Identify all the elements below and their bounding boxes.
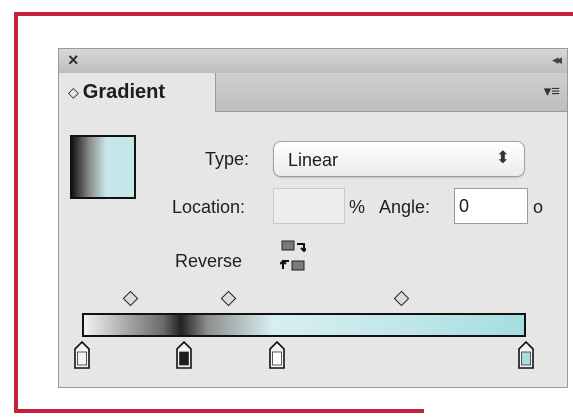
panel-tabstrip: ◇ Gradient ▾≡ bbox=[59, 73, 567, 112]
collapse-icon[interactable]: ◂◂ bbox=[552, 52, 562, 68]
callout-frame-top bbox=[14, 12, 573, 16]
callout-frame-bottom bbox=[14, 409, 424, 413]
gradient-midpoint[interactable] bbox=[220, 290, 237, 307]
tab-chevron-icon: ◇ bbox=[68, 84, 79, 100]
up-down-arrows-icon: ⬍ bbox=[495, 148, 510, 167]
callout-frame-left bbox=[14, 12, 18, 413]
gradient-ramp-area bbox=[74, 289, 549, 379]
type-select[interactable]: Linear ⬍ bbox=[273, 141, 525, 177]
close-icon[interactable]: × bbox=[68, 50, 79, 71]
gradient-stop[interactable] bbox=[269, 341, 286, 369]
gradient-preview-swatch[interactable] bbox=[70, 135, 136, 199]
type-label: Type: bbox=[205, 149, 250, 169]
location-input[interactable] bbox=[273, 188, 345, 224]
gradient-midpoint[interactable] bbox=[393, 290, 410, 307]
tab-label: Gradient bbox=[82, 81, 166, 103]
tab-gradient[interactable]: ◇ Gradient bbox=[59, 73, 216, 112]
gradient-stop[interactable] bbox=[74, 341, 90, 369]
gradient-midpoint[interactable] bbox=[123, 290, 139, 307]
type-select-value: Linear bbox=[288, 150, 339, 170]
gradient-stop[interactable] bbox=[176, 341, 192, 369]
reverse-label: Reverse bbox=[175, 251, 243, 271]
gradient-stop[interactable] bbox=[518, 341, 534, 369]
panel-menu-icon[interactable]: ▾≡ bbox=[544, 82, 560, 100]
reverse-gradient-icon[interactable] bbox=[280, 239, 306, 275]
panel-titlebar: × ◂◂ bbox=[59, 49, 567, 74]
percent-unit: % bbox=[349, 197, 366, 217]
angle-label: Angle: bbox=[379, 197, 431, 217]
gradient-panel: × ◂◂ ◇ Gradient ▾≡ Type: Linear ⬍ Locati… bbox=[58, 48, 568, 388]
degree-unit: o bbox=[533, 197, 544, 217]
angle-input[interactable]: 0 bbox=[454, 188, 528, 224]
gradient-ramp[interactable] bbox=[82, 313, 526, 337]
location-label: Location: bbox=[172, 197, 246, 217]
